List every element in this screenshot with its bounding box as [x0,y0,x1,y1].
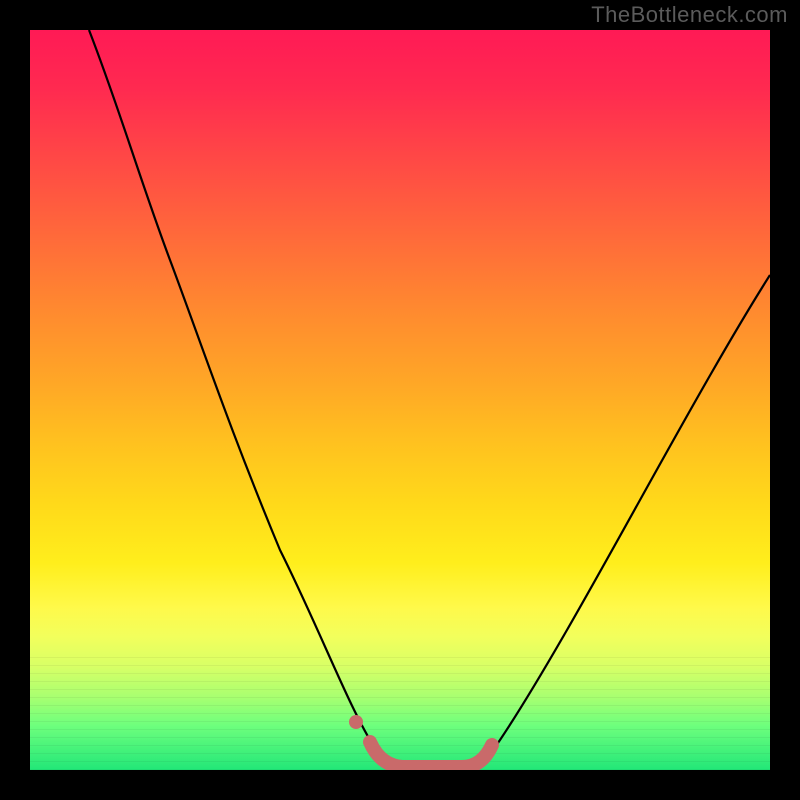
watermark-text: TheBottleneck.com [591,2,788,28]
optimal-band-marker [370,742,492,767]
bottleneck-curve [89,30,770,768]
chart-frame: TheBottleneck.com [0,0,800,800]
plot-area [30,30,770,770]
curve-layer [30,30,770,770]
marker-dot [349,715,363,729]
